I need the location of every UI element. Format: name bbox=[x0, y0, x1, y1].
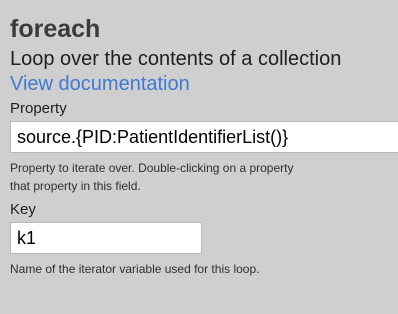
key-label: Key bbox=[10, 201, 36, 218]
property-help-text: Property to iterate over. Double-clickin… bbox=[10, 159, 398, 195]
task-properties-panel: foreach Loop over the contents of a coll… bbox=[0, 0, 398, 314]
key-input[interactable] bbox=[10, 222, 202, 254]
property-label: Property bbox=[10, 100, 67, 117]
task-description: Loop over the contents of a collection bbox=[10, 48, 342, 70]
task-title: foreach bbox=[10, 15, 101, 43]
key-help-text: Name of the iterator variable used for t… bbox=[10, 262, 260, 276]
view-documentation-link[interactable]: View documentation bbox=[10, 72, 190, 96]
property-input[interactable] bbox=[10, 121, 398, 153]
property-help-line-2: that property in this field. bbox=[10, 179, 141, 193]
property-help-line-1: Property to iterate over. Double-clickin… bbox=[10, 161, 294, 175]
